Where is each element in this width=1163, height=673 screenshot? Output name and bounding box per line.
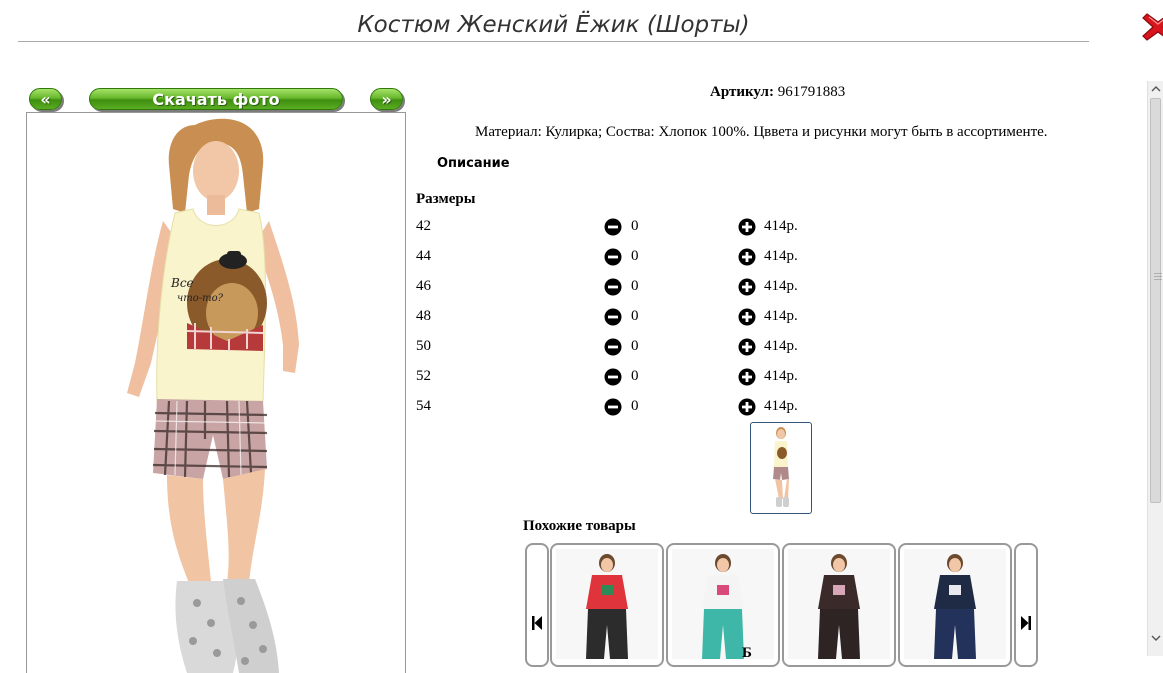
minus-circle-icon[interactable] [604, 368, 622, 386]
quantity-value: 0 [631, 278, 639, 294]
size-value: 46 [416, 278, 431, 294]
scrollbar-thumb[interactable]: — — — [1150, 98, 1162, 503]
price-value: 414р. [764, 218, 798, 234]
article-label: Артикул: [710, 84, 774, 100]
similar-product-item[interactable] [666, 543, 780, 667]
prev-photo-button[interactable]: « [29, 88, 62, 110]
quantity-value: 0 [631, 338, 639, 354]
article-info: Артикул: 961791883 [710, 84, 845, 101]
size-row: 48 0 414р. [416, 307, 836, 327]
scroll-up-button[interactable] [1148, 81, 1163, 97]
next-photo-button[interactable]: » [370, 88, 403, 110]
quantity-value: 0 [631, 248, 639, 264]
plus-circle-icon[interactable] [738, 248, 756, 266]
similar-product-image [556, 549, 658, 659]
similar-product-image [788, 549, 890, 659]
price-value: 414р. [764, 368, 798, 384]
scroll-down-button[interactable] [1148, 630, 1163, 646]
size-row: 46 0 414р. [416, 277, 836, 297]
price-value: 414р. [764, 398, 798, 414]
price-value: 414р. [764, 308, 798, 324]
vertical-scrollbar[interactable]: — — — [1147, 81, 1163, 656]
minus-circle-icon[interactable] [604, 248, 622, 266]
carousel-next-button[interactable] [1014, 543, 1038, 667]
close-button[interactable] [1141, 10, 1163, 44]
size-value: 50 [416, 338, 431, 354]
section-heading-cut: Б [742, 645, 752, 661]
plus-circle-icon[interactable] [738, 368, 756, 386]
skip-back-icon [532, 616, 542, 630]
similar-product-item[interactable] [898, 543, 1012, 667]
similar-product-item[interactable] [550, 543, 664, 667]
size-row: 50 0 414р. [416, 337, 836, 357]
download-photo-button[interactable]: Скачать фото [89, 88, 343, 110]
quantity-value: 0 [631, 308, 639, 324]
svg-text:Все: Все [170, 276, 194, 290]
similar-products-header: Похожие товары [523, 518, 636, 534]
skip-forward-icon [1021, 616, 1031, 630]
minus-circle-icon[interactable] [604, 398, 622, 416]
quantity-value: 0 [631, 218, 639, 234]
minus-circle-icon[interactable] [604, 308, 622, 326]
sizes-header: Размеры [416, 191, 476, 207]
grip-icon: — — — [1154, 268, 1162, 283]
plus-circle-icon[interactable] [738, 278, 756, 296]
plus-circle-icon[interactable] [738, 338, 756, 356]
minus-circle-icon[interactable] [604, 338, 622, 356]
size-value: 42 [416, 218, 431, 234]
price-value: 414р. [764, 248, 798, 264]
product-photo: Все что-то? [26, 112, 406, 673]
article-value: 961791883 [777, 84, 846, 100]
size-value: 44 [416, 248, 431, 264]
size-row: 54 0 414р. [416, 397, 836, 417]
arrow-down-icon [1151, 635, 1161, 641]
similar-product-item[interactable] [782, 543, 896, 667]
size-value: 52 [416, 368, 431, 384]
description-tab[interactable]: Описание [437, 156, 510, 171]
material-text: Материал: Кулирка; Соства: Хлопок 100%. … [475, 124, 1048, 140]
arrow-up-icon [1151, 86, 1161, 92]
price-value: 414р. [764, 278, 798, 294]
minus-circle-icon[interactable] [604, 278, 622, 296]
size-row: 52 0 414р. [416, 367, 836, 387]
close-icon [1142, 13, 1163, 41]
minus-circle-icon[interactable] [604, 218, 622, 236]
page-title: Костюм Женский Ёжик (Шорты) [18, 8, 1089, 42]
plus-circle-icon[interactable] [738, 308, 756, 326]
carousel-prev-button[interactable] [525, 543, 549, 667]
size-row: 44 0 414р. [416, 247, 836, 267]
similar-product-image [904, 549, 1006, 659]
size-row: 42 0 414р. [416, 217, 836, 237]
price-value: 414р. [764, 338, 798, 354]
plus-circle-icon[interactable] [738, 218, 756, 236]
similar-product-image [672, 549, 774, 659]
plus-circle-icon[interactable] [738, 398, 756, 416]
size-value: 48 [416, 308, 431, 324]
svg-text:что-то?: что-то? [177, 293, 224, 304]
quantity-value: 0 [631, 398, 639, 414]
size-value: 54 [416, 398, 431, 414]
product-thumbnail[interactable] [750, 422, 812, 514]
quantity-value: 0 [631, 368, 639, 384]
